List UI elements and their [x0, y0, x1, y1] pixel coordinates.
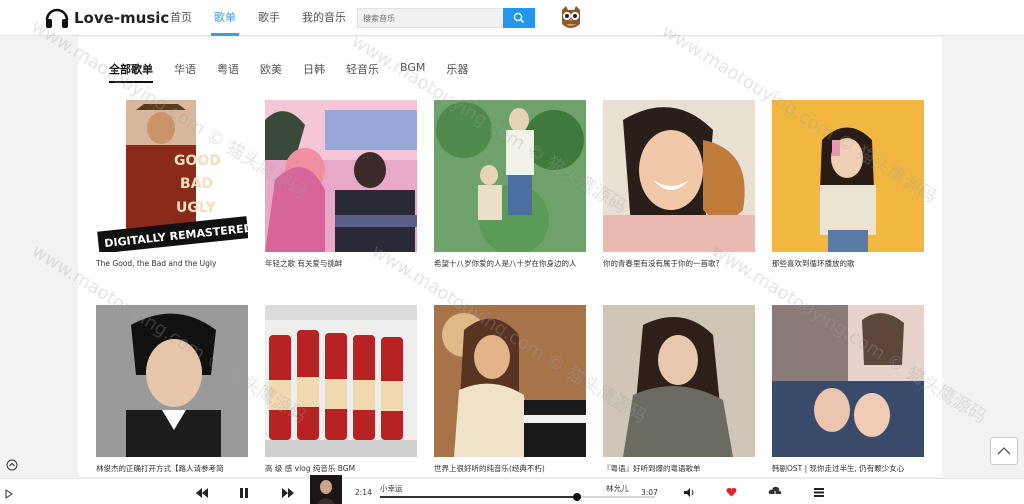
- svg-text:GOOD: GOOD: [174, 153, 221, 169]
- heart-icon[interactable]: [726, 487, 737, 497]
- album-thumbnail[interactable]: [310, 475, 342, 504]
- playlist-cover[interactable]: [772, 100, 924, 252]
- nav-home[interactable]: 首页: [170, 0, 192, 36]
- play-small-icon[interactable]: [5, 489, 13, 499]
- pause-icon[interactable]: [239, 487, 249, 499]
- logo-text: Love-music: [74, 9, 170, 27]
- category-western[interactable]: 欧美: [260, 61, 282, 83]
- expand-circle-icon[interactable]: [6, 459, 18, 471]
- nav-singers[interactable]: 歌手: [258, 0, 280, 36]
- playlist-menu-icon[interactable]: [813, 487, 825, 498]
- playlist-cover[interactable]: [96, 305, 248, 457]
- category-bgm[interactable]: BGM: [400, 61, 425, 83]
- playlist-card[interactable]: 韩剧OST | 现你走过半生, 仍有颗少女心: [772, 305, 924, 477]
- playlist-title[interactable]: 希望十八岁你爱的人是八十岁在你身边的人: [434, 258, 586, 280]
- playlist-card[interactable]: 林俊杰的正确打开方式【路人请参考简: [96, 305, 248, 477]
- playlist-panel: 全部歌单 华语 粤语 欧美 日韩 轻音乐 BGM 乐器 GOOD BAD UGL…: [78, 37, 942, 477]
- playlist-title[interactable]: The Good, the Bad and the Ugly: [96, 258, 248, 280]
- search-button[interactable]: [503, 8, 535, 28]
- player-bar: 2:14 小幸运 林允儿 3:07: [0, 475, 1024, 504]
- category-chinese[interactable]: 华语: [174, 61, 196, 83]
- playlist-card[interactable]: 希望十八岁你爱的人是八十岁在你身边的人: [434, 100, 586, 280]
- logo[interactable]: Love-music: [44, 5, 169, 31]
- current-time: 2:14: [355, 488, 372, 497]
- svg-text:BAD: BAD: [180, 176, 213, 192]
- chevron-up-icon: [997, 447, 1011, 455]
- playlist-cover[interactable]: [772, 305, 924, 457]
- svg-text:UGLY: UGLY: [176, 200, 217, 216]
- nav-my-music[interactable]: 我的音乐: [302, 0, 346, 36]
- category-tabs: 全部歌单 华语 粤语 欧美 日韩 轻音乐 BGM 乐器: [109, 61, 489, 83]
- playlist-card[interactable]: 那些喜欢到循环播放的歌: [772, 100, 924, 280]
- category-instrument[interactable]: 乐器: [446, 61, 468, 83]
- playlist-card[interactable]: 世界上很好听的纯音乐(经典不朽): [434, 305, 586, 477]
- playlist-title[interactable]: 那些喜欢到循环播放的歌: [772, 258, 924, 280]
- category-all[interactable]: 全部歌单: [109, 61, 153, 83]
- search-input[interactable]: [357, 8, 503, 28]
- category-jp-kr[interactable]: 日韩: [303, 61, 325, 83]
- playlist-cover[interactable]: [603, 305, 755, 457]
- top-header: Love-music 首页 歌单 歌手 我的音乐: [0, 0, 1024, 36]
- playlist-card[interactable]: 『粤语』好听到爆的粤语歌单: [603, 305, 755, 477]
- playlist-cover[interactable]: [434, 100, 586, 252]
- artist-name: 林允儿: [606, 484, 629, 493]
- back-to-top-button[interactable]: [990, 437, 1018, 465]
- progress-knob[interactable]: [572, 493, 581, 501]
- playlist-title[interactable]: 世界上很好听的纯音乐(经典不朽): [434, 463, 586, 477]
- playlist-title[interactable]: 林俊杰的正确打开方式【路人请参考简: [96, 463, 248, 477]
- playlist-title[interactable]: 『粤语』好听到爆的粤语歌单: [603, 463, 755, 477]
- playlist-title[interactable]: 你的青春里有没有属于你的一首歌?: [603, 258, 755, 280]
- volume-icon[interactable]: [683, 487, 695, 498]
- playlist-cover[interactable]: [603, 100, 755, 252]
- playlist-cover[interactable]: [434, 305, 586, 457]
- playlist-card[interactable]: GOOD BAD UGLY DIGITALLY REMASTERED The G…: [96, 100, 248, 280]
- playlist-card[interactable]: 你的青春里有没有属于你的一首歌?: [603, 100, 755, 280]
- playlist-cover[interactable]: [265, 305, 417, 457]
- owl-avatar-icon[interactable]: [558, 4, 584, 32]
- category-light-music[interactable]: 轻音乐: [346, 61, 379, 83]
- playlist-title[interactable]: 韩剧OST | 现你走过半生, 仍有颗少女心: [772, 463, 924, 477]
- playlist-cover[interactable]: GOOD BAD UGLY DIGITALLY REMASTERED: [96, 100, 248, 252]
- song-title: 小幸运: [380, 484, 403, 493]
- category-cantonese[interactable]: 粤语: [217, 61, 239, 83]
- playlist-cover[interactable]: [265, 100, 417, 252]
- download-cloud-icon[interactable]: [768, 486, 782, 498]
- main-nav: 首页 歌单 歌手 我的音乐: [170, 0, 368, 36]
- progress-bar[interactable]: [380, 493, 655, 501]
- previous-icon[interactable]: [195, 487, 209, 499]
- nav-playlists[interactable]: 歌单: [211, 0, 239, 36]
- progress-fill: [380, 496, 577, 498]
- next-icon[interactable]: [281, 487, 295, 499]
- playlist-title[interactable]: 年轻之歌 有关爱与挑衅: [265, 258, 417, 280]
- playlist-card[interactable]: 年轻之歌 有关爱与挑衅: [265, 100, 417, 280]
- headphones-icon: [45, 8, 69, 28]
- search-bar: [357, 8, 535, 28]
- total-time: 3:07: [641, 488, 658, 497]
- playlist-card[interactable]: 高 级 感 vlog 纯音乐 BGM: [265, 305, 417, 477]
- search-icon: [513, 12, 525, 24]
